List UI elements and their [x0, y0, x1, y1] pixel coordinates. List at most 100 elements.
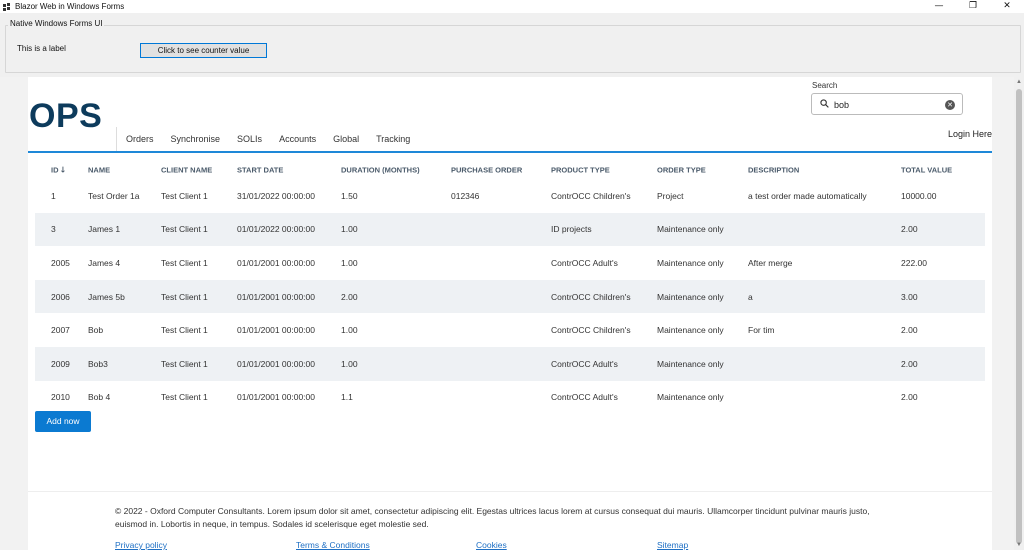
- cell-start-date: 01/01/2001 00:00:00: [237, 291, 315, 302]
- cell-order-type: Maintenance only: [657, 325, 724, 336]
- cell-id: 2005: [51, 257, 70, 268]
- cell-id: 2009: [51, 358, 70, 369]
- table-row[interactable]: 1 Test Order 1a Test Client 1 31/01/2022 00…: [35, 179, 985, 213]
- sort-down-icon: ↓: [59, 165, 67, 174]
- header-duration[interactable]: DURATION (MONTHS): [341, 165, 420, 174]
- nav-tracking[interactable]: Tracking: [367, 134, 418, 144]
- cell-description: After merge: [748, 257, 793, 268]
- cell-start-date: 01/01/2001 00:00:00: [237, 257, 315, 268]
- cell-product-type: ContrOCC Children's: [551, 291, 631, 302]
- cell-client-name: Test Client 1: [161, 291, 208, 302]
- cell-duration: 1.00: [341, 257, 358, 268]
- table-row[interactable]: 3 James 1 Test Client 1 01/01/2022 00:00:00…: [35, 212, 985, 247]
- cell-name: Bob 4: [88, 392, 111, 403]
- header-name[interactable]: NAME: [88, 165, 110, 174]
- nav-global[interactable]: Global: [324, 134, 367, 144]
- cell-product-type: ContrOCC Adult's: [551, 358, 618, 369]
- sitemap-link[interactable]: Sitemap: [657, 540, 688, 550]
- header-id[interactable]: ID↓: [51, 165, 66, 174]
- vertical-scrollbar[interactable]: ▲ ▼: [1014, 77, 1024, 550]
- header-order-type[interactable]: ORDER TYPE: [657, 165, 706, 174]
- cell-order-type: Maintenance only: [657, 392, 724, 403]
- cell-client-name: Test Client 1: [161, 358, 208, 369]
- app-icon: [3, 2, 11, 11]
- cell-id: 2006: [51, 291, 70, 302]
- footer-text: © 2022 - Oxford Computer Consultants. Lo…: [115, 506, 870, 529]
- search-icon: [820, 99, 829, 108]
- cell-id: 2010: [51, 392, 70, 403]
- cell-product-type: ContrOCC Adult's: [551, 392, 618, 403]
- cell-total-value: 2.00: [901, 325, 918, 336]
- clear-search-icon[interactable]: ✕: [945, 100, 955, 110]
- cell-total-value: 10000.00: [901, 190, 937, 201]
- cell-order-type: Maintenance only: [657, 224, 724, 235]
- web-page: OPS Search ✕ Orders Synchronise SOLIs Ac…: [28, 77, 992, 550]
- table-row[interactable]: 2006 James 5b Test Client 1 01/01/2001 00:0…: [35, 279, 985, 314]
- table-row[interactable]: 2007 Bob Test Client 1 01/01/2001 00:00:00 1…: [35, 313, 985, 347]
- login-link[interactable]: Login Here: [948, 129, 992, 139]
- header-purchase-order[interactable]: PURCHASE ORDER: [451, 165, 522, 174]
- cookies-link[interactable]: Cookies: [476, 540, 507, 550]
- cell-product-type: ContrOCC Children's: [551, 325, 631, 336]
- cell-client-name: Test Client 1: [161, 224, 208, 235]
- nav-synchronise[interactable]: Synchronise: [162, 134, 229, 144]
- native-group-title: Native Windows Forms UI: [8, 19, 105, 28]
- cell-id: 2007: [51, 325, 70, 336]
- close-icon[interactable]: ✕: [990, 0, 1024, 13]
- cell-purchase-order: 012346: [451, 190, 480, 201]
- window-title: Blazor Web in Windows Forms: [15, 2, 125, 11]
- cell-product-type: ID projects: [551, 224, 592, 235]
- header-start-date[interactable]: START DATE: [237, 165, 283, 174]
- table-row[interactable]: 2005 James 4 Test Client 1 01/01/2001 00:00…: [35, 246, 985, 280]
- cell-duration: 2.00: [341, 291, 358, 302]
- cell-duration: 1.50: [341, 190, 358, 201]
- cell-order-type: Maintenance only: [657, 358, 724, 369]
- cell-description: a test order made automatically: [748, 190, 867, 201]
- cell-total-value: 3.00: [901, 291, 918, 302]
- footer-links: Privacy policy Terms & Conditions Cookie…: [115, 540, 815, 550]
- blazor-webview: OPS Search ✕ Orders Synchronise SOLIs Ac…: [0, 77, 1024, 550]
- orders-table: ID↓ NAME CLIENT NAME START DATE DURATION…: [35, 160, 985, 414]
- scroll-up-icon[interactable]: ▲: [1016, 79, 1022, 85]
- header-client-name[interactable]: CLIENT NAME: [161, 165, 212, 174]
- counter-value-button[interactable]: Click to see counter value: [140, 43, 267, 58]
- search-input[interactable]: [834, 98, 934, 111]
- cell-start-date: 01/01/2001 00:00:00: [237, 358, 315, 369]
- footer: © 2022 - Oxford Computer Consultants. Lo…: [28, 491, 992, 550]
- cell-name: Bob: [88, 325, 104, 336]
- ops-logo[interactable]: OPS: [29, 97, 102, 136]
- cell-client-name: Test Client 1: [161, 190, 208, 201]
- cell-client-name: Test Client 1: [161, 257, 208, 268]
- cell-product-type: ContrOCC Children's: [551, 190, 631, 201]
- cell-total-value: 2.00: [901, 224, 918, 235]
- cell-start-date: 01/01/2022 00:00:00: [237, 224, 315, 235]
- header-total-value[interactable]: TOTAL VALUE: [901, 165, 952, 174]
- cell-id: 3: [51, 224, 56, 235]
- privacy-policy-link[interactable]: Privacy policy: [115, 540, 167, 550]
- window-controls: — ❐ ✕: [922, 0, 1024, 13]
- table-row[interactable]: 2010 Bob 4 Test Client 1 01/01/2001 00:00:0…: [35, 381, 985, 415]
- table-row[interactable]: 2009 Bob3 Test Client 1 01/01/2001 00:00:00…: [35, 346, 985, 381]
- cell-order-type: Maintenance only: [657, 257, 724, 268]
- cell-order-type: Maintenance only: [657, 291, 724, 302]
- cell-total-value: 222.00: [901, 257, 927, 268]
- minimize-icon[interactable]: —: [922, 0, 956, 13]
- header-product-type[interactable]: PRODUCT TYPE: [551, 165, 610, 174]
- search-box: ✕: [811, 93, 963, 115]
- cell-start-date: 01/01/2001 00:00:00: [237, 325, 315, 336]
- add-now-button[interactable]: Add now: [35, 411, 91, 432]
- restore-icon[interactable]: ❐: [956, 0, 990, 13]
- nav-orders[interactable]: Orders: [117, 134, 162, 144]
- cell-client-name: Test Client 1: [161, 325, 208, 336]
- native-label: This is a label: [17, 44, 66, 53]
- terms-link[interactable]: Terms & Conditions: [296, 540, 370, 550]
- nav-divider: [28, 151, 992, 153]
- header-description[interactable]: DESCRIPTION: [748, 165, 799, 174]
- cell-order-type: Project: [657, 190, 684, 201]
- nav-accounts[interactable]: Accounts: [270, 134, 324, 144]
- scroll-thumb[interactable]: [1016, 89, 1022, 544]
- cell-product-type: ContrOCC Adult's: [551, 257, 618, 268]
- nav-solis[interactable]: SOLIs: [228, 134, 270, 144]
- table-header: ID↓ NAME CLIENT NAME START DATE DURATION…: [35, 160, 985, 179]
- scroll-down-icon[interactable]: ▼: [1016, 542, 1022, 548]
